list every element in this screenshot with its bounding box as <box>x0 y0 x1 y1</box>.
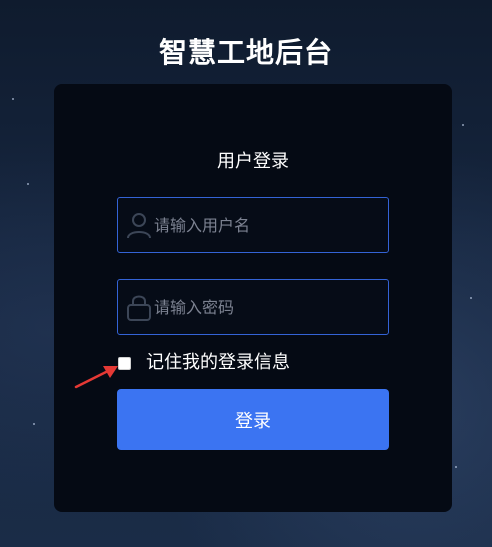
annotation-arrow-icon <box>74 366 118 389</box>
background-star <box>462 124 464 126</box>
password-field[interactable] <box>117 279 389 335</box>
background-star <box>12 98 14 100</box>
remember-me[interactable]: 记住我的登录信息 <box>118 352 290 374</box>
login-button[interactable]: 登录 <box>117 389 389 450</box>
lock-icon <box>127 295 151 321</box>
password-input[interactable] <box>154 280 382 334</box>
background-star <box>33 423 35 425</box>
background-star <box>27 183 29 185</box>
app-title: 智慧工地后台 <box>158 36 333 69</box>
background-star <box>455 466 457 468</box>
user-icon <box>127 213 151 239</box>
remember-me-label: 记住我的登录信息 <box>146 352 290 373</box>
background-star <box>470 297 472 299</box>
login-card: 用户登录 记住我的登录信息 登录 <box>54 84 452 512</box>
login-heading: 用户登录 <box>217 151 289 172</box>
username-field[interactable] <box>117 197 389 253</box>
username-input[interactable] <box>154 198 382 252</box>
